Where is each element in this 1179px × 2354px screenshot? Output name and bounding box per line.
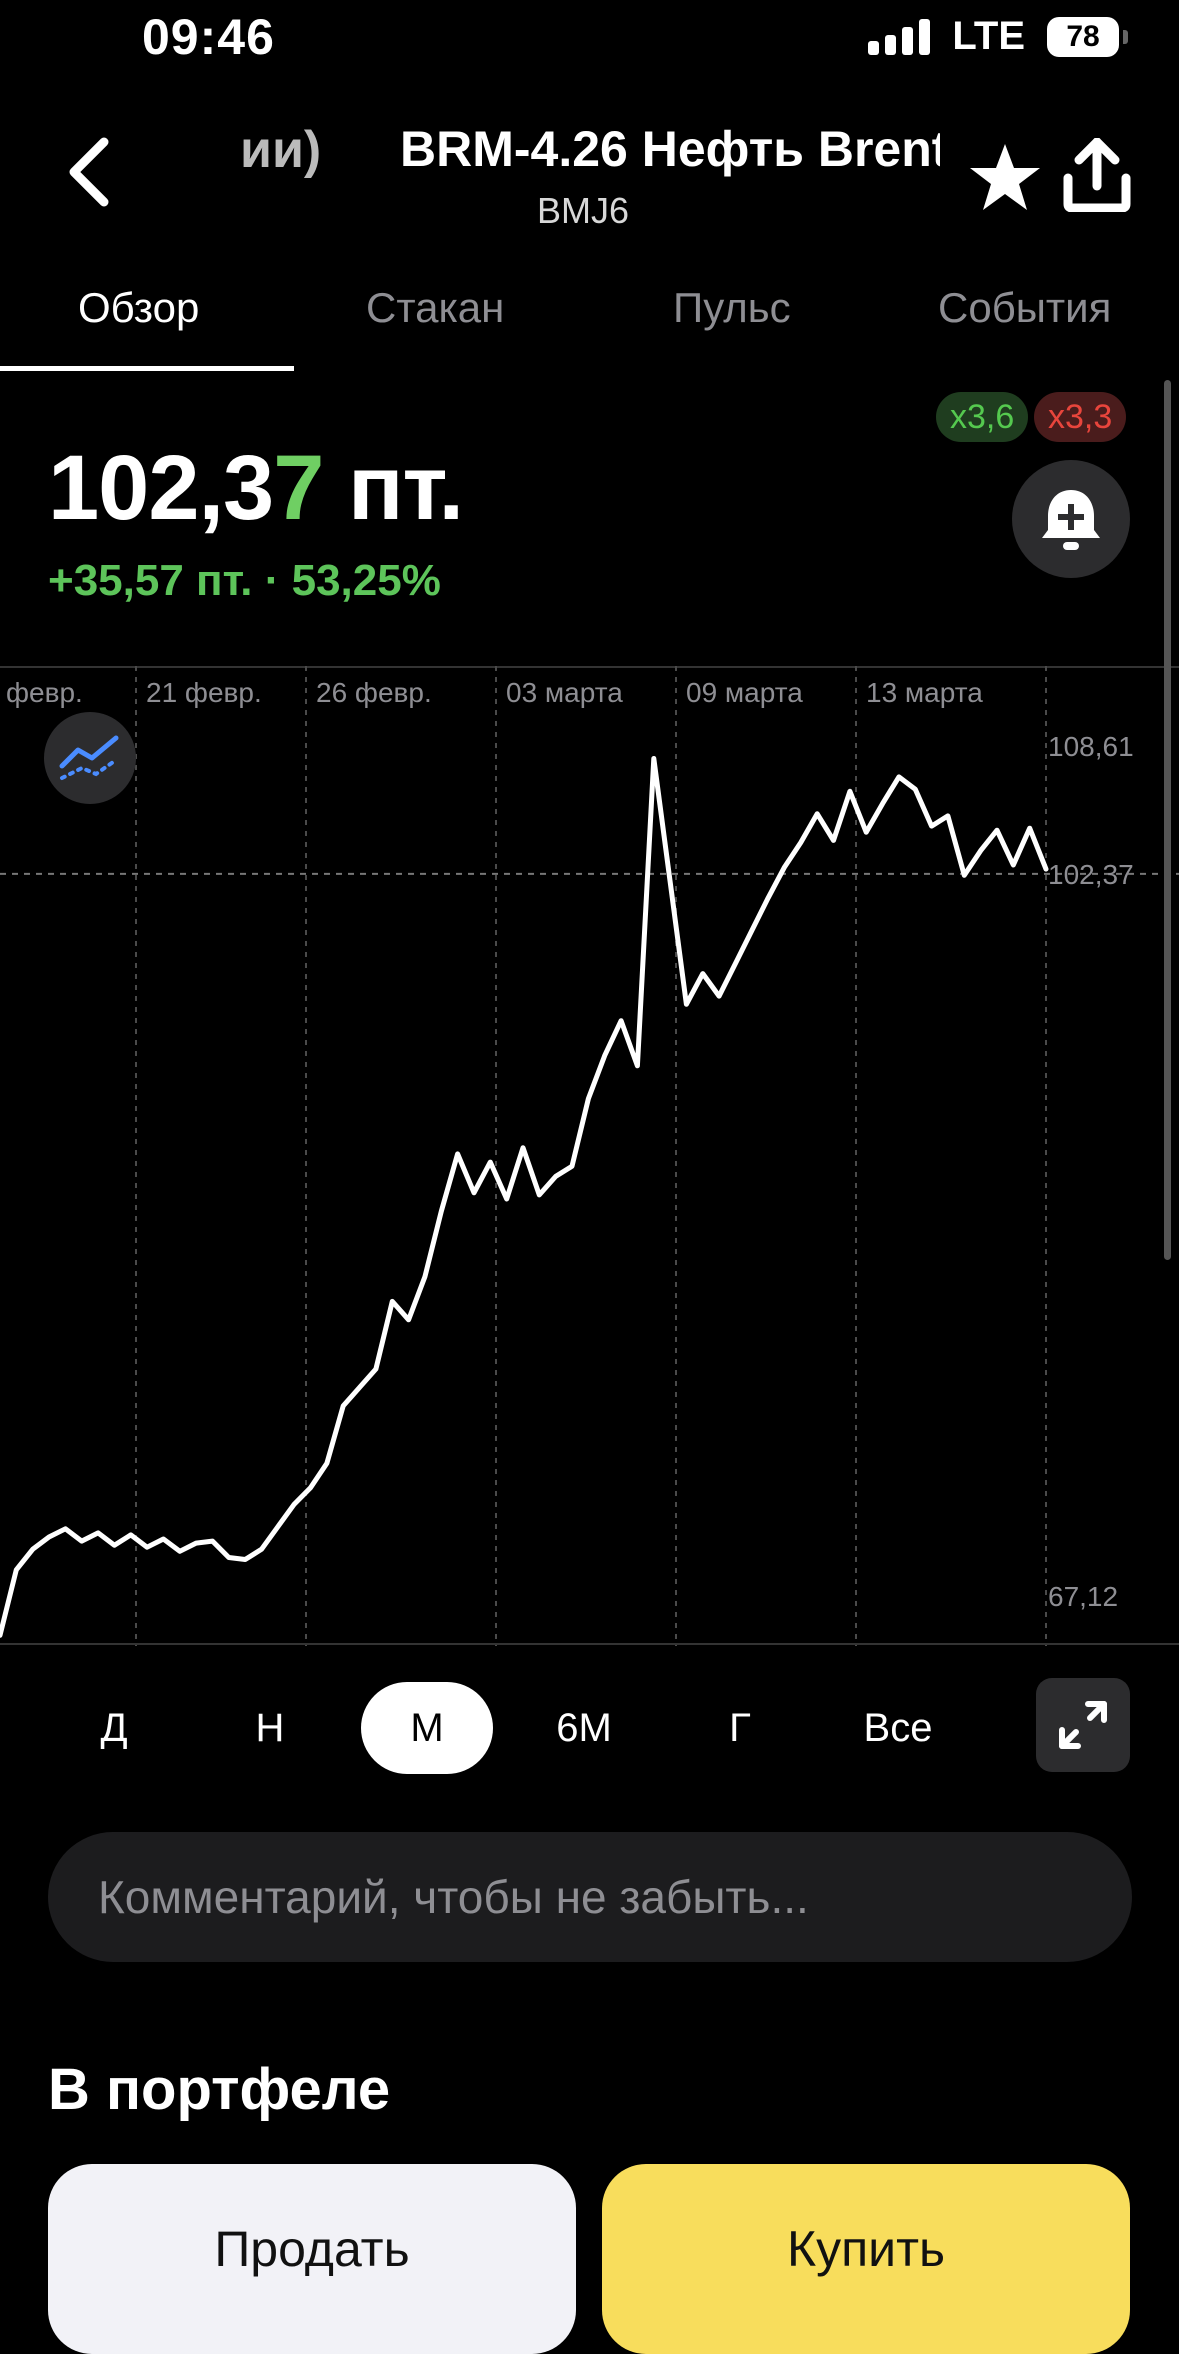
period-month[interactable]: М: [361, 1682, 493, 1774]
expand-icon: [1059, 1701, 1107, 1749]
chart-mode-button[interactable]: [44, 712, 136, 804]
star-icon: [970, 144, 1040, 210]
period-week[interactable]: Н: [220, 1682, 320, 1774]
network-label: LTE: [952, 14, 1025, 58]
portfolio-heading: В портфеле: [48, 2057, 391, 2122]
x-tick-label: 26 февр.: [316, 677, 432, 708]
period-6-months[interactable]: 6М: [534, 1682, 634, 1774]
share-icon: [1063, 137, 1131, 213]
leverage-long-badge: x3,6: [936, 392, 1029, 442]
page-title: BRM-4.26 Нефть Brent: [400, 121, 940, 177]
chart-x-axis: февр. 21 февр. 26 февр. 03 марта 09 марта 13 …: [6, 677, 983, 708]
x-tick-label: 09 марта: [686, 677, 803, 708]
trend-chart-icon: [59, 735, 119, 780]
scrollbar[interactable]: [1164, 380, 1171, 1260]
price-highlight-digit: 7: [273, 437, 324, 539]
price-unit: пт.: [323, 437, 464, 539]
comment-input[interactable]: [48, 1832, 1132, 1962]
price-change: +35,57 пт. · 53,25%: [48, 556, 441, 605]
signal-icon: [868, 18, 931, 55]
fullscreen-button[interactable]: [1036, 1678, 1130, 1772]
x-tick-label: февр.: [6, 677, 83, 708]
x-tick-label: 13 марта: [866, 677, 983, 708]
chart-grid: [0, 666, 1179, 1646]
tab-overview[interactable]: Обзор: [78, 284, 199, 332]
status-time: 09:46: [142, 9, 275, 65]
x-tick-label: 03 марта: [506, 677, 623, 708]
period-all[interactable]: Все: [838, 1682, 958, 1774]
period-year[interactable]: Г: [690, 1682, 790, 1774]
battery-icon: 78: [1047, 16, 1128, 57]
y-tick-label: 67,12: [1048, 1581, 1118, 1612]
current-price: 102,37 пт.: [48, 436, 464, 541]
price-alert-button[interactable]: [1012, 460, 1130, 578]
leverage-short-badge: x3,3: [1034, 392, 1127, 442]
y-tick-label: 108,61: [1048, 731, 1134, 762]
chevron-left-icon: [69, 137, 109, 207]
price-line: [0, 756, 1049, 1638]
price-chart[interactable]: февр. 21 февр. 26 февр. 03 марта 09 марта 13 …: [0, 666, 1179, 1646]
status-indicators: LTE 78: [868, 14, 1128, 59]
tab-events[interactable]: События: [938, 284, 1111, 332]
ticker-label: BMJ6: [537, 190, 630, 231]
x-tick-label: 21 февр.: [146, 677, 262, 708]
buy-button[interactable]: Купить: [602, 2164, 1130, 2354]
bell-plus-icon: [1042, 490, 1100, 550]
favorite-button[interactable]: [968, 140, 1042, 214]
back-button[interactable]: [60, 132, 120, 212]
tab-order-book[interactable]: Стакан: [366, 284, 504, 332]
y-tick-label: 102,37: [1048, 859, 1134, 890]
period-day[interactable]: Д: [64, 1682, 164, 1774]
chart-y-axis: 108,61 102,37 67,12: [1048, 731, 1134, 1612]
previous-title: ии): [240, 121, 322, 179]
tab-pulse[interactable]: Пульс: [673, 284, 791, 332]
chart-series: [0, 756, 1049, 1638]
share-button[interactable]: [1062, 137, 1132, 213]
tab-active-indicator: [0, 366, 294, 371]
price-main: 102,3: [48, 437, 274, 539]
sell-button[interactable]: Продать: [48, 2164, 576, 2354]
